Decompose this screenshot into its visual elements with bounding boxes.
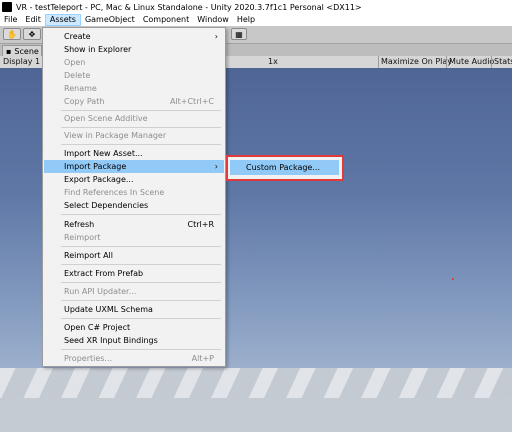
menu-item-find-references: Find References In Scene [64, 188, 165, 197]
menu-component[interactable]: Component [139, 14, 193, 26]
menu-item-custom-package[interactable]: Custom Package... [230, 160, 339, 175]
menu-item-properties: Properties... Alt+P [64, 354, 214, 363]
divider [446, 56, 447, 68]
menu-assets[interactable]: Assets [44, 14, 81, 26]
move-tool-icon[interactable]: ✥ [23, 28, 41, 40]
mute-audio-toggle[interactable]: Mute Audio [449, 56, 494, 68]
menu-separator [61, 110, 221, 111]
menu-item-extract-from-prefab[interactable]: Extract From Prefab [44, 267, 224, 280]
divider [378, 56, 379, 68]
submenu-arrow-icon: › [214, 162, 218, 171]
menu-item-open-scene-additive: Open Scene Additive [64, 114, 148, 123]
tab-scene[interactable]: ▪ Scene [2, 45, 42, 56]
hand-tool-icon[interactable]: ✋ [3, 28, 21, 40]
menu-item-seed-xr-input-bindings[interactable]: Seed XR Input Bindings [44, 334, 224, 347]
menu-bar: File Edit Assets GameObject Component Wi… [0, 14, 512, 26]
menu-help[interactable]: Help [233, 14, 259, 26]
tab-scene-label: Scene [14, 46, 39, 56]
menu-item-show-in-explorer[interactable]: Show in Explorer [44, 43, 224, 56]
menu-separator [61, 246, 221, 247]
menu-item-import-package[interactable]: Import Package › [44, 160, 224, 173]
stats-toggle[interactable]: Stats [494, 56, 512, 68]
menu-separator [61, 144, 221, 145]
menu-window[interactable]: Window [193, 14, 233, 26]
unity-logo-icon [2, 2, 12, 12]
menu-item-export-package[interactable]: Export Package... [44, 173, 224, 186]
menu-separator [61, 127, 221, 128]
menu-separator [61, 318, 221, 319]
scale-value: 1x [268, 57, 278, 66]
menu-edit[interactable]: Edit [21, 14, 45, 26]
menu-item-refresh[interactable]: Refresh Ctrl+R [44, 218, 224, 231]
submenu-arrow-icon: › [214, 32, 218, 41]
menu-item-open: Open [64, 58, 86, 67]
import-package-submenu: Custom Package... [226, 155, 344, 181]
menu-separator [61, 282, 221, 283]
floor [0, 398, 512, 432]
menu-separator [61, 264, 221, 265]
menu-item-open-csharp-project[interactable]: Open C# Project [44, 321, 224, 334]
menu-item-rename: Rename [64, 84, 97, 93]
window-title: VR - testTeleport - PC, Mac & Linux Stan… [16, 2, 362, 12]
red-marker [452, 278, 454, 280]
menu-item-reimport-all[interactable]: Reimport All [44, 249, 224, 262]
scene-tab-icon: ▪ [6, 46, 12, 56]
maximize-on-play-toggle[interactable]: Maximize On Play [381, 56, 452, 68]
menu-item-update-uxml-schema[interactable]: Update UXML Schema [44, 303, 224, 316]
display-dropdown[interactable]: Display 1 [3, 56, 40, 68]
divider [491, 56, 492, 68]
snap-settings-icon[interactable]: ▦ [231, 28, 247, 40]
assets-dropdown-menu: Create › Show in Explorer Open Delete Ren… [42, 27, 226, 367]
menu-separator [61, 214, 221, 215]
menu-separator [61, 300, 221, 301]
menu-item-view-in-package-manager: View in Package Manager [64, 131, 167, 140]
menu-separator [61, 349, 221, 350]
menu-file[interactable]: File [0, 14, 21, 26]
menu-item-create[interactable]: Create › [44, 30, 224, 43]
title-bar: VR - testTeleport - PC, Mac & Linux Stan… [0, 0, 512, 15]
menu-item-reimport: Reimport [64, 233, 101, 242]
menu-gameobject[interactable]: GameObject [81, 14, 139, 26]
floor-stripes [0, 368, 512, 398]
menu-item-delete: Delete [64, 71, 91, 80]
menu-item-select-dependencies[interactable]: Select Dependencies [44, 199, 224, 212]
menu-item-copy-path: Copy Path Alt+Ctrl+C [64, 97, 214, 106]
menu-item-import-new-asset[interactable]: Import New Asset... [44, 147, 224, 160]
menu-item-run-api-updater: Run API Updater... [64, 287, 137, 296]
